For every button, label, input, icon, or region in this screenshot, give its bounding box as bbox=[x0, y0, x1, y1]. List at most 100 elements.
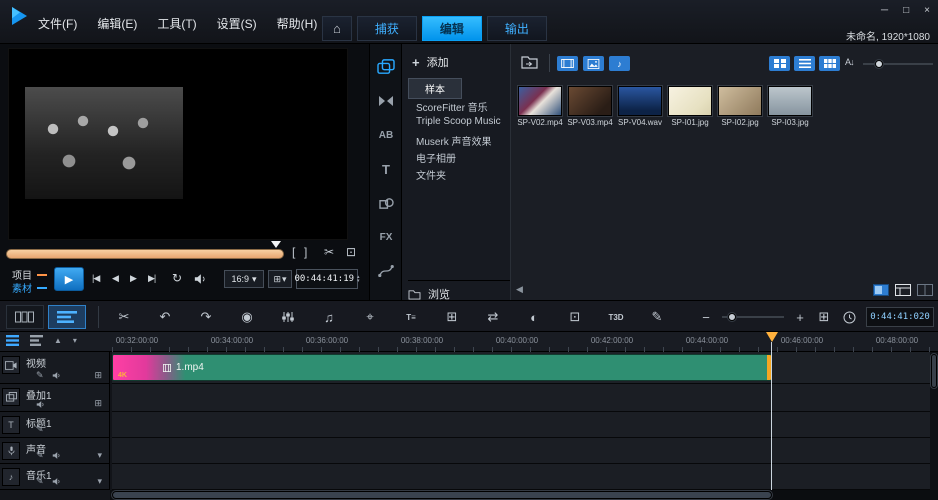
grid-icon[interactable]: ⊞ bbox=[94, 398, 102, 409]
ruler-time-button[interactable] bbox=[841, 305, 857, 329]
browse-button[interactable]: 浏览 bbox=[408, 280, 510, 302]
overlay-track-lane[interactable] bbox=[112, 384, 930, 412]
sort-button[interactable]: A↓ bbox=[845, 57, 854, 67]
safe-area-button[interactable]: ⊞ ▾ bbox=[268, 270, 292, 288]
graphic-icon[interactable] bbox=[373, 190, 399, 216]
library-item[interactable]: SP-V03.mp4 bbox=[565, 86, 615, 127]
category-item-samples[interactable]: 样本 bbox=[408, 78, 462, 99]
track-manager-button[interactable] bbox=[6, 335, 19, 346]
timeline-view-button[interactable] bbox=[48, 305, 86, 329]
auto-music-button[interactable]: ♫ bbox=[317, 305, 341, 329]
video-track-lane[interactable]: 1.mp4 4K bbox=[112, 352, 930, 384]
aspect-ratio-select[interactable]: 16:9 ▾ bbox=[224, 270, 264, 288]
music-track-lane[interactable] bbox=[112, 464, 930, 490]
restore-button[interactable]: □ bbox=[903, 5, 909, 16]
menu-file[interactable]: 文件(F) bbox=[38, 15, 77, 32]
library-item[interactable]: SP-I02.jpg bbox=[715, 86, 765, 127]
library-item[interactable]: SP-I03.jpg bbox=[765, 86, 815, 127]
thumbnail-view-button[interactable] bbox=[769, 56, 790, 71]
motion-tracking-button[interactable]: ⌖ bbox=[358, 305, 382, 329]
options-panel-toggle[interactable] bbox=[895, 284, 911, 296]
voice-track-icon[interactable] bbox=[2, 442, 20, 460]
speaker-icon[interactable] bbox=[52, 371, 61, 380]
enlarge-preview-button[interactable]: ⊡ bbox=[346, 245, 356, 259]
timeline-zoom-slider[interactable] bbox=[722, 316, 784, 318]
slider-thumb[interactable] bbox=[728, 313, 736, 321]
music-track-icon[interactable]: ♪ bbox=[2, 468, 20, 486]
close-button[interactable]: × bbox=[924, 5, 930, 16]
play-button[interactable]: ▶ bbox=[54, 267, 84, 291]
library-item[interactable]: SP-I01.jpg bbox=[665, 86, 715, 127]
repeat-button[interactable]: ↻ bbox=[172, 271, 182, 285]
go-end-button[interactable]: ▶| bbox=[148, 273, 155, 284]
filter-videos-button[interactable] bbox=[557, 56, 578, 71]
pencil-icon[interactable]: ✎ bbox=[36, 476, 44, 487]
pencil-icon[interactable]: ✎ bbox=[36, 424, 44, 435]
mark-in-button[interactable]: [ bbox=[292, 245, 295, 259]
tab-home[interactable]: ⌂ bbox=[322, 16, 352, 41]
category-item-triplescoop[interactable]: Triple Scoop Music bbox=[408, 114, 509, 129]
library-panel-toggle[interactable] bbox=[873, 284, 889, 296]
title-ab-icon[interactable]: AB bbox=[373, 122, 399, 148]
tab-capture[interactable]: 捕获 bbox=[357, 16, 417, 41]
chevron-down-icon[interactable]: ▾ bbox=[97, 450, 102, 461]
scroll-left-button[interactable]: ◀ bbox=[516, 284, 523, 295]
mask-creator-button[interactable]: ◐ bbox=[522, 305, 546, 329]
subtitle-editor-button[interactable]: T≡ bbox=[399, 305, 423, 329]
multi-trim-button[interactable]: ✂ bbox=[112, 305, 136, 329]
timeline-ruler[interactable]: 00:32:00:00 00:34:00:00 00:36:00:00 00:3… bbox=[112, 332, 930, 352]
filter-photos-button[interactable] bbox=[583, 56, 604, 71]
tab-output[interactable]: 输出 bbox=[487, 16, 547, 41]
category-item-folders[interactable]: 文件夹 bbox=[408, 165, 454, 184]
scrollbar-thumb[interactable] bbox=[112, 491, 772, 499]
transitions-icon[interactable] bbox=[373, 88, 399, 114]
trim-marker-icon[interactable] bbox=[271, 241, 281, 248]
go-start-button[interactable]: |◀ bbox=[92, 273, 99, 284]
morph-tool-button[interactable]: ⇄ bbox=[481, 305, 505, 329]
title-track-lane[interactable] bbox=[112, 412, 930, 438]
tab-edit[interactable]: 编辑 bbox=[422, 16, 482, 41]
menu-edit[interactable]: 编辑(E) bbox=[97, 15, 137, 32]
undo-button[interactable]: ↶ bbox=[153, 305, 177, 329]
video-track-icon[interactable] bbox=[2, 356, 20, 374]
chevron-down-icon[interactable]: ▾ bbox=[97, 476, 102, 487]
voice-track-lane[interactable] bbox=[112, 438, 930, 464]
subtitle-title-icon[interactable]: T bbox=[373, 156, 399, 182]
filter-fx-icon[interactable]: FX bbox=[373, 224, 399, 250]
pencil-icon[interactable]: ✎ bbox=[36, 370, 44, 381]
chapter-marker-button[interactable]: ▲ bbox=[54, 336, 62, 345]
grid-icon[interactable]: ⊞ bbox=[94, 370, 102, 381]
library-item[interactable]: SP-V04.wav bbox=[615, 86, 665, 127]
redo-button[interactable]: ↷ bbox=[194, 305, 218, 329]
record-capture-button[interactable]: ◉ bbox=[235, 305, 259, 329]
import-media-icon[interactable] bbox=[521, 55, 538, 69]
title-track-icon[interactable]: T bbox=[2, 416, 20, 434]
speaker-icon[interactable] bbox=[52, 451, 61, 460]
speaker-icon[interactable] bbox=[36, 400, 45, 409]
menu-help[interactable]: 帮助(H) bbox=[277, 15, 318, 32]
slider-thumb[interactable] bbox=[875, 60, 883, 68]
motion-path-icon[interactable] bbox=[373, 258, 399, 284]
split-clip-button[interactable]: ✂ bbox=[324, 245, 334, 259]
list-view-button[interactable] bbox=[794, 56, 815, 71]
thumbnail-size-slider[interactable] bbox=[863, 63, 933, 65]
storyboard-view-button[interactable] bbox=[6, 305, 44, 329]
preview-timecode[interactable]: 00:44:41:19 ▴▾ bbox=[296, 269, 358, 289]
volume-icon[interactable] bbox=[194, 273, 206, 285]
overlay-track-icon[interactable] bbox=[2, 388, 20, 406]
minimize-button[interactable]: ─ bbox=[881, 5, 888, 16]
media-library-icon[interactable] bbox=[373, 54, 399, 80]
step-back-button[interactable]: ◀ bbox=[112, 273, 118, 284]
timeline-timecode[interactable]: 0:44:41:020 bbox=[866, 307, 934, 327]
step-forward-button[interactable]: ▶ bbox=[130, 273, 136, 284]
pencil-icon[interactable]: ✎ bbox=[36, 450, 44, 461]
grid-view-button[interactable] bbox=[819, 56, 840, 71]
timecode-steppers[interactable]: ▴▾ bbox=[357, 275, 360, 283]
menu-settings[interactable]: 设置(S) bbox=[217, 15, 257, 32]
zoom-out-button[interactable]: − bbox=[699, 305, 713, 329]
sound-mixer-button[interactable] bbox=[276, 305, 300, 329]
add-category-button[interactable]: + 添加 bbox=[412, 54, 449, 70]
scrubber-bar[interactable] bbox=[6, 249, 284, 259]
mark-out-button[interactable]: ] bbox=[304, 245, 307, 259]
vertical-scrollbar[interactable] bbox=[930, 352, 938, 490]
